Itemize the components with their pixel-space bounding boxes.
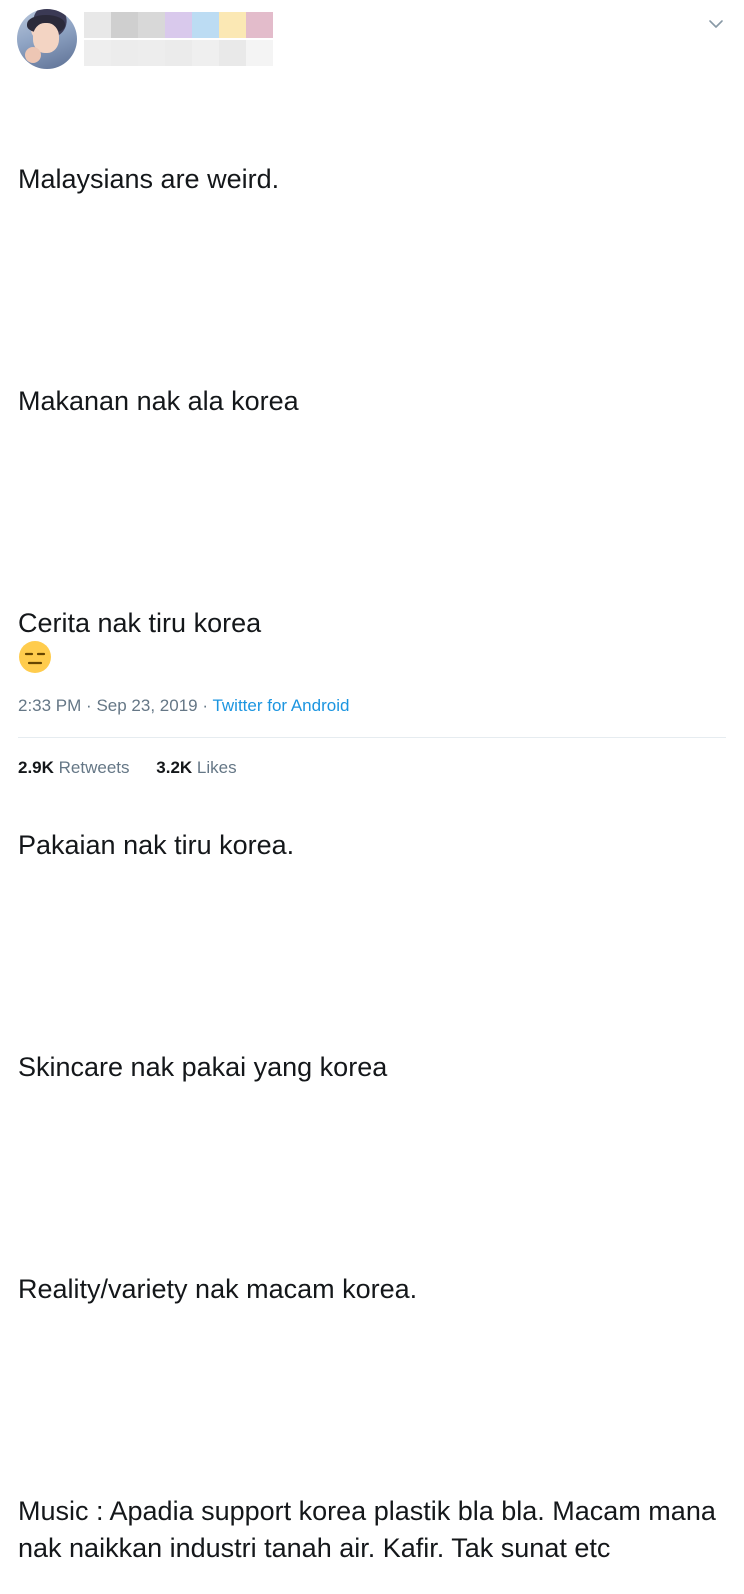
meta-separator: · <box>86 696 92 715</box>
display-name-redacted[interactable] <box>84 12 273 38</box>
avatar[interactable] <box>17 9 77 69</box>
likes-stat[interactable]: 3.2K Likes <box>156 758 236 778</box>
avatar-hand <box>25 47 41 63</box>
tweet-line: Malaysians are weird. <box>18 164 280 194</box>
tweet-date[interactable]: Sep 23, 2019 <box>96 696 197 715</box>
redaction-block <box>84 40 111 66</box>
redaction-block <box>246 12 273 38</box>
redaction-block <box>84 12 111 38</box>
expressionless-face-icon <box>19 641 51 673</box>
redaction-block <box>219 40 246 66</box>
tweet-line: Skincare nak pakai yang korea <box>18 1052 388 1082</box>
retweets-stat[interactable]: 2.9K Retweets <box>18 758 130 778</box>
tweet-time[interactable]: 2:33 PM <box>18 696 81 715</box>
tweet-text: Malaysians are weird. Makanan nak ala ko… <box>18 87 730 1594</box>
redaction-block <box>111 40 138 66</box>
tweet-line: Makanan nak ala korea <box>18 386 299 416</box>
meta-separator: · <box>202 696 209 715</box>
username-redacted[interactable] <box>84 40 273 66</box>
tweet-line: Music : Apadia support korea plastik bla… <box>18 1496 724 1563</box>
redaction-block <box>138 12 165 38</box>
tweet-line: Cerita nak tiru korea <box>18 608 262 638</box>
redaction-block <box>192 40 219 66</box>
redaction-block <box>165 40 192 66</box>
likes-count: 3.2K <box>156 758 193 777</box>
divider <box>18 737 726 738</box>
redaction-block <box>192 12 219 38</box>
redaction-block <box>111 12 138 38</box>
redaction-block <box>219 12 246 38</box>
tweet-line: Pakaian nak tiru korea. <box>18 830 295 860</box>
tweet-meta: 2:33 PM · Sep 23, 2019 · Twitter for And… <box>18 696 349 716</box>
redaction-block <box>165 12 192 38</box>
tweet-source-link[interactable]: Twitter for Android <box>212 696 349 715</box>
redaction-block <box>246 40 273 66</box>
tweet-stats: 2.9K Retweets 3.2K Likes <box>18 758 237 778</box>
chevron-down-icon[interactable] <box>706 14 726 34</box>
retweets-count: 2.9K <box>18 758 54 777</box>
tweet-line: Reality/variety nak macam korea. <box>18 1274 418 1304</box>
redaction-block <box>138 40 165 66</box>
retweets-label: Retweets <box>58 758 130 777</box>
likes-label: Likes <box>196 758 237 777</box>
